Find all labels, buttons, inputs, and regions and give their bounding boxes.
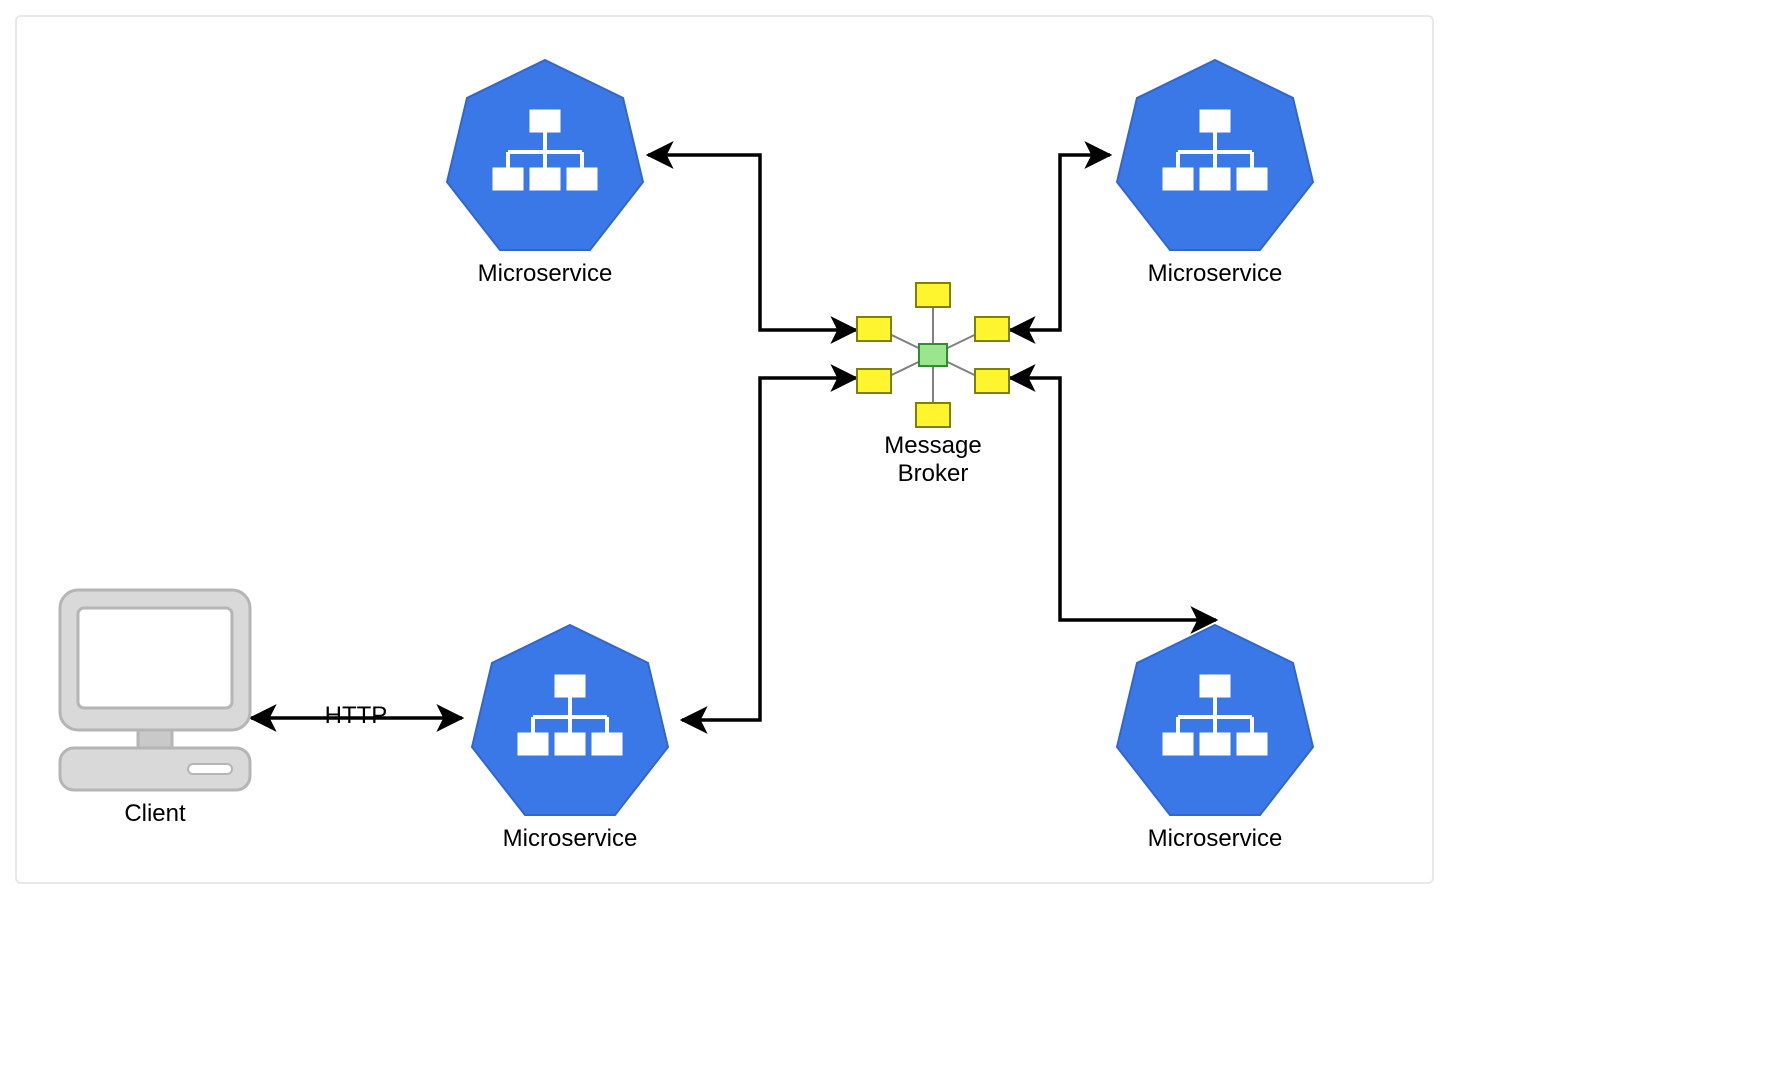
ms-bottom-left-label: Microservice: [495, 825, 645, 853]
client-icon: [60, 590, 250, 790]
edge-ms-tr-broker: [1010, 155, 1110, 330]
broker-label: Message Broker: [878, 432, 988, 487]
diagram-svg: [0, 0, 1783, 1071]
ms-bottom-right-label: Microservice: [1140, 825, 1290, 853]
client-label: Client: [95, 800, 215, 828]
microservice-top-right: [1117, 60, 1313, 250]
microservice-top-left: [447, 60, 643, 250]
microservice-bottom-left: [472, 625, 668, 815]
edge-ms-br-broker: [1010, 378, 1216, 620]
edge-ms-bl-broker: [682, 378, 856, 720]
ms-top-left-label: Microservice: [470, 260, 620, 288]
message-broker-icon: [857, 283, 1009, 427]
microservice-bottom-right: [1117, 625, 1313, 815]
http-edge-label: HTTP: [321, 702, 391, 730]
ms-top-right-label: Microservice: [1140, 260, 1290, 288]
edge-ms-tl-broker: [648, 155, 856, 330]
